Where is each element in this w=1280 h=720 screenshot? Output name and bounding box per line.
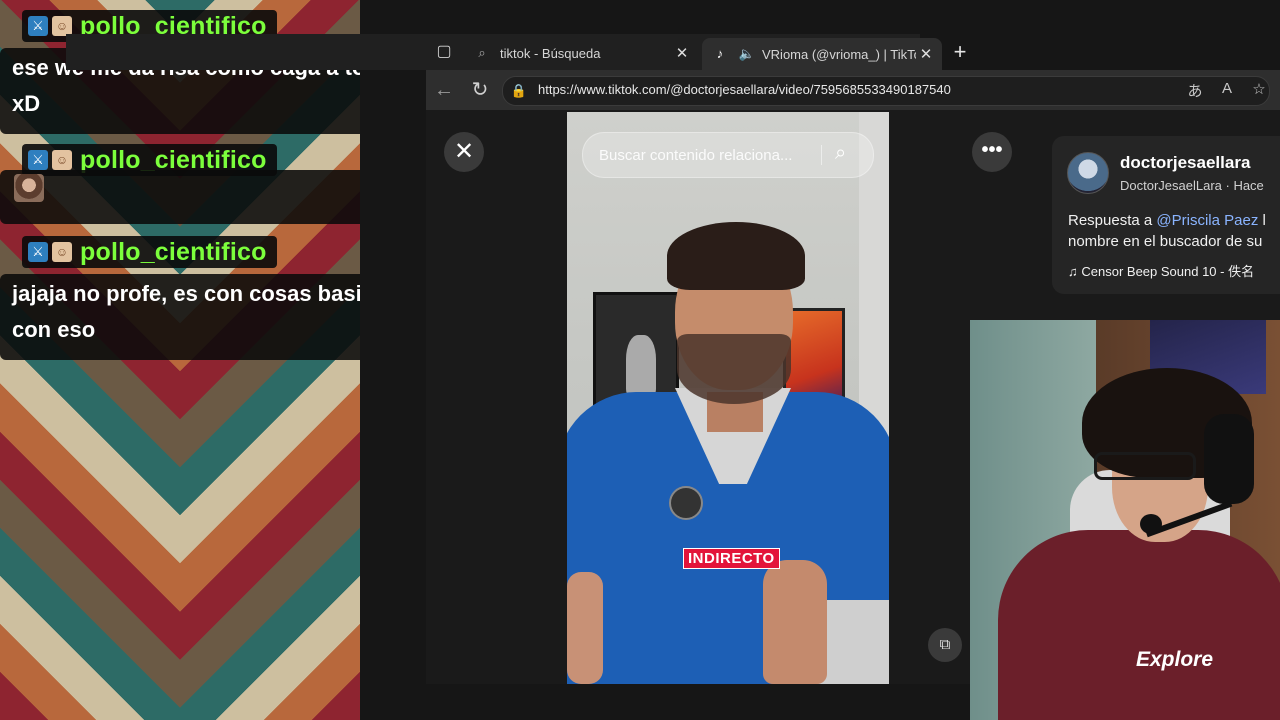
sound-title: Censor Beep Sound 10 - 佚名	[1081, 264, 1255, 279]
url-text[interactable]: https://www.tiktok.com/@doctorjesaellara…	[538, 82, 951, 97]
tab-label: VRioma (@vrioma_) | TikTok	[762, 46, 916, 62]
chat-message-header: ⚔ ☺ pollo_cientifico	[22, 236, 277, 268]
back-arrow-icon[interactable]: ←	[432, 78, 456, 102]
sound-link[interactable]: ♫ Censor Beep Sound 10 - 佚名	[1068, 261, 1254, 280]
sword-badge-icon: ⚔	[28, 16, 48, 36]
video-caption: INDIRECTO	[683, 548, 780, 569]
face-emote-icon	[14, 174, 44, 202]
description-line2: nombre en el buscador de su	[1068, 233, 1263, 250]
search-favicon-icon: ⌕	[478, 45, 486, 60]
streamer-webcam: Explore	[970, 320, 1280, 720]
headset-icon	[1204, 414, 1254, 504]
presenter-sleeve	[817, 600, 889, 684]
headset-mic	[1140, 514, 1162, 534]
video-description: Respuesta a @Priscila Paez l nombre en e…	[1068, 210, 1280, 252]
description-prefix: Respuesta a	[1068, 212, 1157, 229]
search-divider	[821, 145, 822, 165]
chat-username: pollo_cientifico	[80, 237, 267, 266]
presenter-beard	[677, 334, 791, 404]
sword-badge-icon: ⚔	[28, 150, 48, 170]
text-size-icon[interactable]: A	[1216, 80, 1238, 97]
avatar-badge-icon: ☺	[52, 242, 72, 262]
tab-vrioma-tiktok[interactable]: ♪ 🔈 VRioma (@vrioma_) | TikTok ✕	[702, 38, 942, 70]
close-tab-icon[interactable]: ✕	[672, 44, 692, 62]
author-name[interactable]: doctorjesaellara	[1120, 153, 1250, 173]
video-player[interactable]	[567, 112, 889, 684]
close-video-button[interactable]: ✕	[444, 132, 484, 172]
presenter-hand-left	[567, 572, 603, 684]
lapel-mic	[669, 486, 703, 520]
search-placeholder: Buscar contenido relaciona...	[599, 147, 793, 164]
favorite-star-icon[interactable]: ☆	[1248, 80, 1270, 98]
avatar-badge-icon: ☺	[52, 16, 72, 36]
presenter-hand-right	[763, 560, 827, 684]
description-mention-link[interactable]: @Priscila Paez	[1156, 212, 1258, 229]
reload-icon[interactable]: ↻	[468, 78, 492, 102]
avatar-badge-icon: ☺	[52, 150, 72, 170]
streamer-glasses	[1094, 452, 1196, 480]
author-avatar[interactable]	[1067, 152, 1109, 194]
sword-badge-icon: ⚔	[28, 242, 48, 262]
lock-icon[interactable]: 🔒	[510, 82, 528, 100]
read-aloud-icon[interactable]: あ	[1184, 80, 1206, 101]
more-options-button[interactable]: •••	[972, 132, 1012, 172]
shirt-logo: Explore	[1136, 648, 1214, 671]
search-icon[interactable]: ⌕	[835, 142, 846, 165]
streamer-torso	[998, 530, 1280, 720]
close-tab-icon[interactable]: ✕	[916, 45, 936, 63]
tiktok-favicon-icon: ♪	[716, 46, 724, 61]
author-subtitle: DoctorJesaelLara · Hace	[1120, 178, 1264, 193]
sidebar-toggle-icon[interactable]: ▢	[434, 42, 454, 62]
description-rest: l	[1258, 212, 1266, 229]
related-search-input[interactable]: Buscar contenido relaciona... ⌕	[582, 132, 874, 178]
speaker-icon[interactable]: 🔈	[738, 46, 756, 62]
tab-label: tiktok - Búsqueda	[500, 45, 601, 61]
picture-in-picture-icon[interactable]: ⧉	[928, 628, 962, 662]
presenter-hair	[667, 222, 805, 290]
music-note-icon: ♫	[1068, 264, 1082, 279]
new-tab-button[interactable]: +	[948, 40, 972, 64]
tab-tiktok-search[interactable]: ⌕ tiktok - Búsqueda ✕	[464, 38, 698, 68]
